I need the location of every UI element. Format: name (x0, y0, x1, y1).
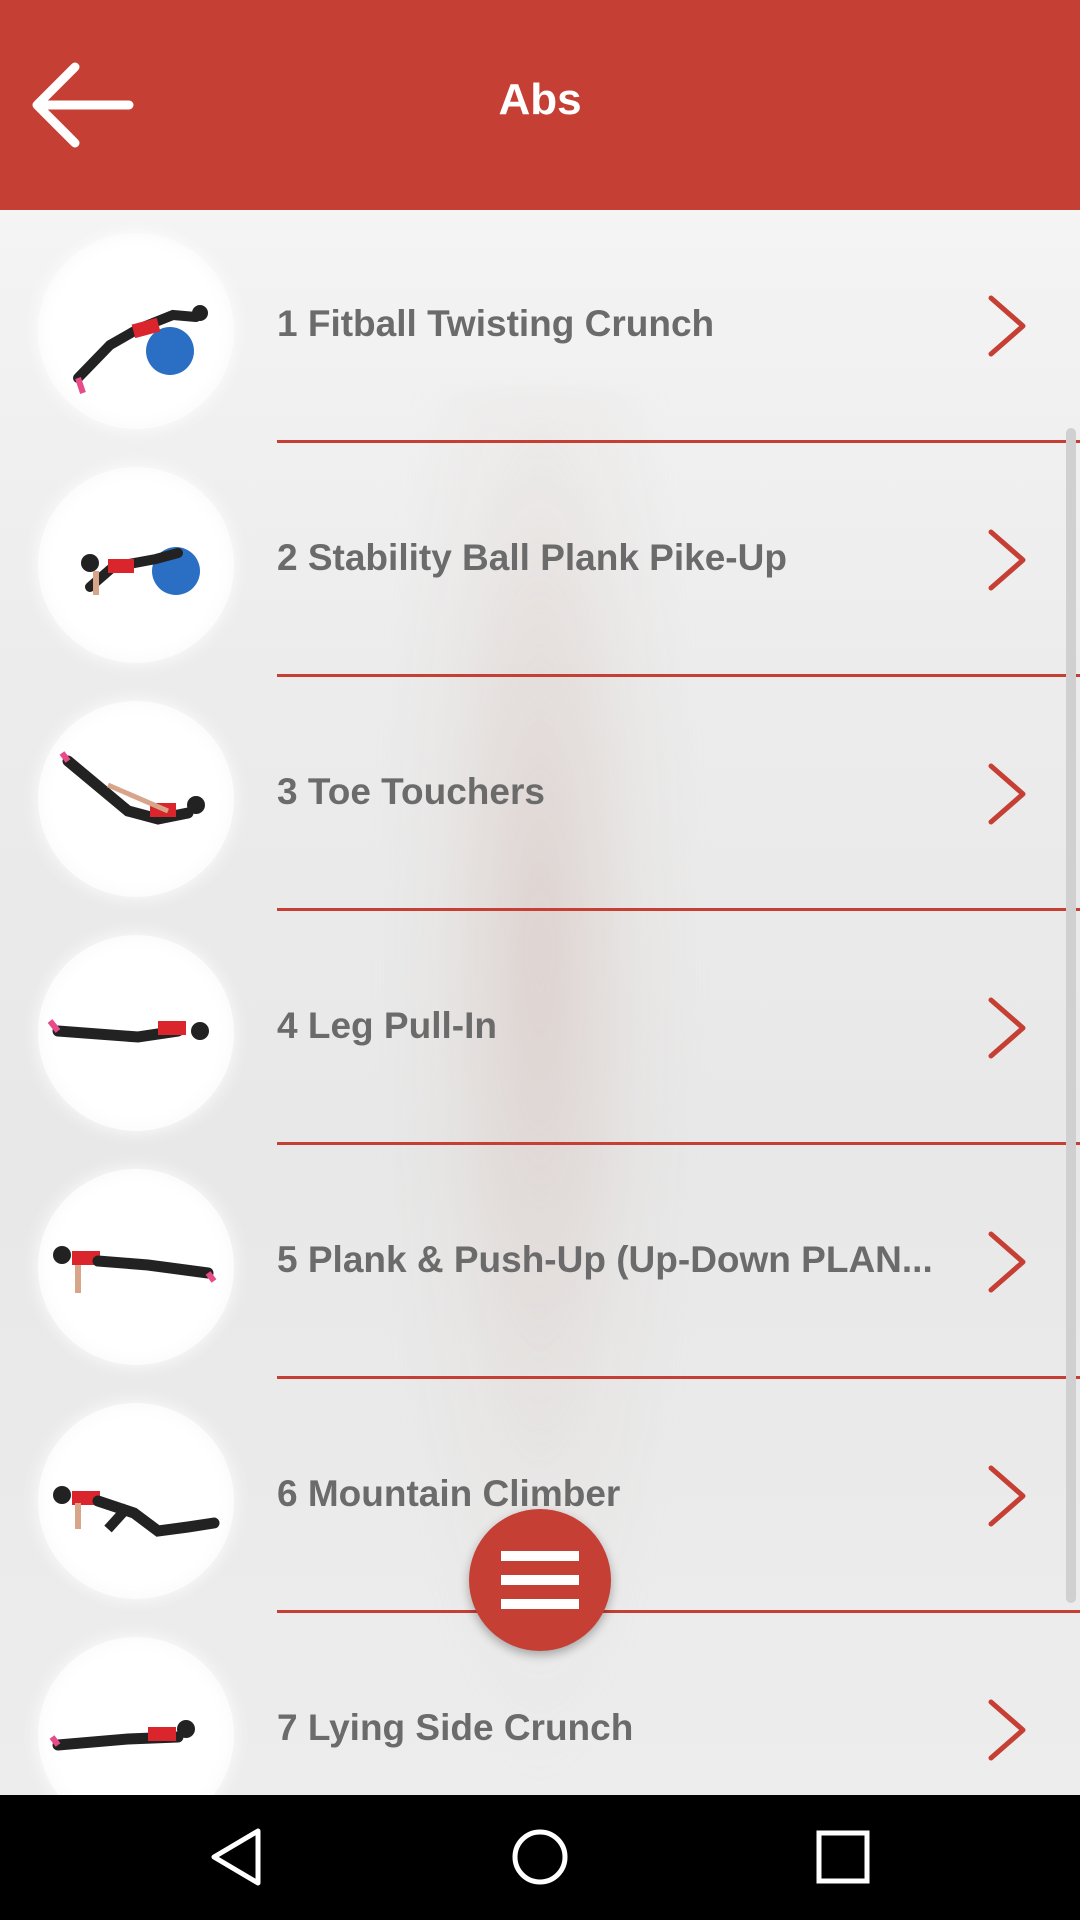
exercise-thumbnail (38, 1403, 234, 1599)
exercise-row-4[interactable]: 4 Leg Pull-In (0, 912, 1080, 1146)
back-triangle-icon (211, 1828, 261, 1886)
exercise-label: 1 Fitball Twisting Crunch (277, 303, 715, 344)
row-divider (277, 1142, 1080, 1145)
chevron-right-icon (988, 1465, 1026, 1527)
exercise-row-5[interactable]: 5 Plank & Push-Up (Up-Down PLAN... (0, 1146, 1080, 1380)
exercise-label: 7 Lying Side Crunch (277, 1707, 634, 1748)
exercise-label: 4 Leg Pull-In (277, 1005, 497, 1046)
chevron-right-icon (988, 529, 1026, 591)
exercise-thumbnail (38, 233, 234, 429)
app-header: Abs (0, 0, 1080, 210)
chevron-right-icon (988, 1231, 1026, 1293)
exercise-row-2[interactable]: 2 Stability Ball Plank Pike-Up (0, 444, 1080, 678)
exercise-thumbnail (38, 935, 234, 1131)
chevron-right-icon (988, 997, 1026, 1059)
chevron-right-icon (988, 763, 1026, 825)
exercise-label: 2 Stability Ball Plank Pike-Up (277, 537, 787, 578)
row-divider (277, 674, 1080, 677)
exercise-label: 5 Plank & Push-Up (Up-Down PLAN... (277, 1239, 933, 1280)
chevron-right-icon (988, 295, 1026, 357)
nav-home-button[interactable] (500, 1817, 580, 1897)
home-circle-icon (512, 1829, 568, 1885)
nav-back-button[interactable] (196, 1817, 276, 1897)
exercise-row-1[interactable]: 1 Fitball Twisting Crunch (0, 210, 1080, 444)
scrollbar[interactable] (1066, 428, 1076, 1603)
exercise-label: 6 Mountain Climber (277, 1473, 621, 1514)
menu-fab-button[interactable] (469, 1509, 611, 1651)
chevron-right-icon (988, 1699, 1026, 1761)
recents-square-icon (816, 1830, 870, 1884)
exercise-thumbnail (38, 1637, 234, 1795)
row-divider (277, 1376, 1080, 1379)
exercise-thumbnail (38, 1169, 234, 1365)
menu-icon (501, 1551, 579, 1609)
system-navigation-bar (0, 1795, 1080, 1920)
page-title: Abs (498, 75, 582, 124)
exercise-thumbnail (38, 701, 234, 897)
row-divider (277, 908, 1080, 911)
exercise-row-3[interactable]: 3 Toe Touchers (0, 678, 1080, 912)
exercise-thumbnail (38, 467, 234, 663)
row-divider (277, 440, 1080, 443)
exercise-label: 3 Toe Touchers (277, 771, 545, 812)
nav-recents-button[interactable] (803, 1817, 883, 1897)
row-divider (277, 1610, 1080, 1613)
